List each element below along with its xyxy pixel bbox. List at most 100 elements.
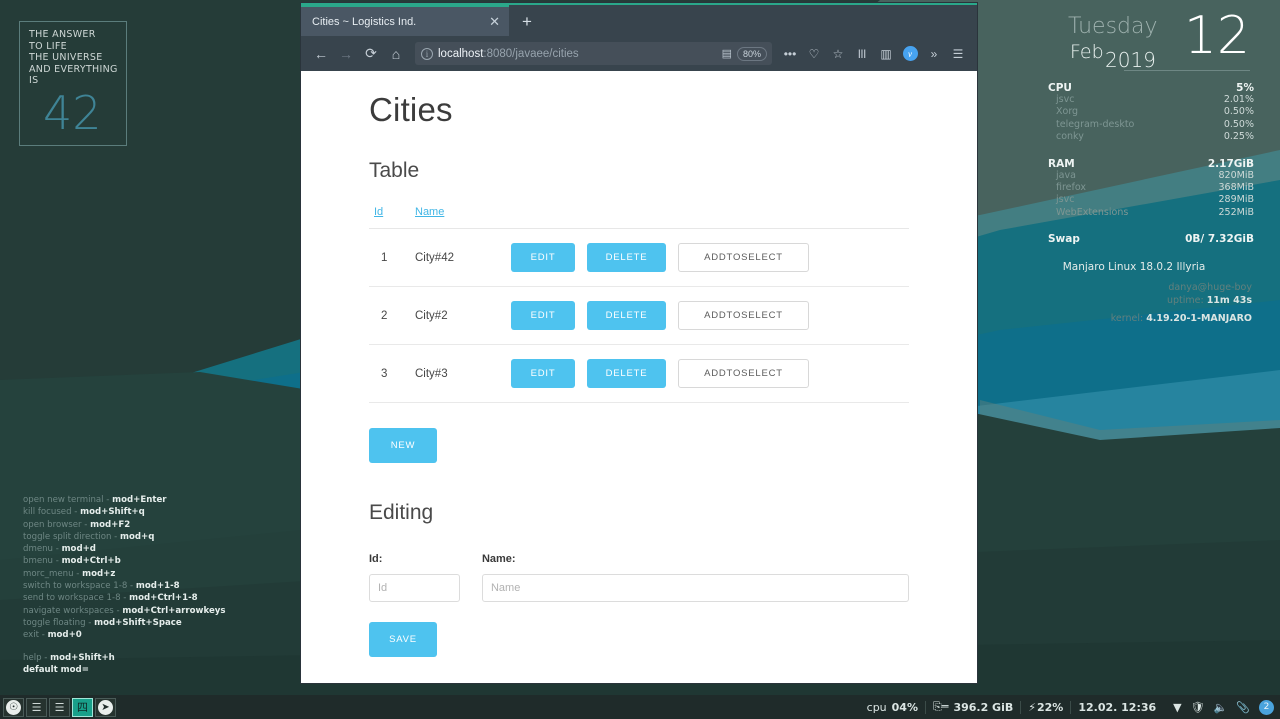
telegram-icon[interactable]: ➤: [95, 697, 116, 717]
notification-badge[interactable]: 2: [1259, 699, 1274, 715]
telegram-glyph: ➤: [98, 699, 113, 715]
page-actions-icon[interactable]: •••: [779, 43, 801, 65]
edit-button[interactable]: EDIT: [511, 359, 575, 388]
edit-button[interactable]: EDIT: [511, 243, 575, 272]
delete-button[interactable]: DELETE: [587, 243, 666, 272]
id-input[interactable]: [369, 574, 460, 602]
keybinding-row: help - mod+Shift+h: [23, 652, 226, 664]
battery-status[interactable]: ⚡ 22%: [1021, 701, 1070, 714]
page-viewport: Cities Table Id Name 1 City#42 EDIT DELETE A…: [301, 71, 977, 683]
home-icon[interactable]: ⌂: [384, 42, 408, 66]
addtoselect-button[interactable]: ADDTOSELECT: [678, 301, 809, 330]
shield-icon[interactable]: 🛡: [1191, 701, 1205, 714]
kernel-row: kernel: 4.19.20-1-MANJARO: [1026, 313, 1256, 324]
answer-widget: THE ANSWER TO LIFE THE UNIVERSE AND EVER…: [19, 21, 127, 146]
cpu-section: CPU 5% jsvc 2.01% Xorg 0.50% telegram-deskto…: [1026, 82, 1256, 144]
keybinding-dash: -: [111, 531, 120, 542]
answer-line: THE UNIVERSE: [29, 52, 103, 64]
keybinding-row: navigate workspaces - mod+Ctrl+arrowkeys: [23, 605, 226, 617]
keybinding-row: kill focused - mod+Shift+q: [23, 506, 226, 518]
sort-by-name-link[interactable]: Name: [415, 206, 444, 218]
zoom-level-badge[interactable]: 80%: [736, 46, 767, 61]
tab-cities[interactable]: Cities ~ Logistics Ind. ✕: [301, 5, 509, 36]
pocket-icon[interactable]: ♡: [803, 43, 825, 65]
save-button[interactable]: SAVE: [369, 622, 437, 657]
sort-by-id-link[interactable]: Id: [374, 206, 383, 218]
delete-button[interactable]: DELETE: [587, 301, 666, 330]
cpu-value: 5%: [1236, 82, 1254, 94]
reload-icon[interactable]: ⟳: [359, 42, 383, 66]
clock[interactable]: 12.02. 12:36: [1071, 701, 1163, 714]
cpu-status[interactable]: cpu 04%: [860, 701, 925, 714]
overflow-icon[interactable]: »: [923, 43, 945, 65]
cpu-process-row: Xorg 0.50%: [1026, 106, 1256, 118]
hamburger-menu-icon[interactable]: ☰: [947, 43, 969, 65]
answer-line: THE ANSWER: [29, 29, 96, 40]
edit-button[interactable]: EDIT: [511, 301, 575, 330]
keybinding-dash: -: [85, 617, 95, 628]
process-name: java: [1056, 169, 1076, 181]
keybinding-row: toggle floating - mod+Shift+Space: [23, 617, 226, 629]
name-label: Name:: [481, 553, 516, 565]
keybinding-key: mod+Ctrl+1-8: [129, 593, 198, 604]
user-host: danya@huge-boy: [1168, 282, 1252, 294]
keybinding-key: default mod=: [23, 664, 89, 675]
address-bar[interactable]: i localhost:8080/javaee/cities ▤ 80%: [415, 42, 772, 65]
page-title: Cities: [369, 91, 453, 128]
keybinding-desc: open new terminal: [23, 495, 104, 505]
name-input[interactable]: [481, 574, 909, 602]
process-name: telegram-deskto: [1056, 118, 1135, 130]
sidebar-icon[interactable]: ▥: [875, 43, 897, 65]
cell-id: 2: [369, 286, 415, 345]
uptime-label: uptime:: [1166, 295, 1204, 307]
process-value: 289MiB: [1218, 194, 1255, 206]
swap-label: Swap: [1048, 233, 1080, 246]
menu-icon[interactable]: ☰: [49, 697, 70, 717]
cpu-process-row: telegram-deskto 0.50%: [1026, 119, 1256, 131]
clip-icon[interactable]: 📎: [1236, 701, 1250, 714]
cell-actions: EDIT DELETE ADDTOSELECT: [511, 344, 909, 403]
bookmark-star-icon[interactable]: ☆: [827, 43, 849, 65]
tab-strip: Cities ~ Logistics Ind. ✕ +: [301, 5, 977, 36]
workspace-4-icon[interactable]: 四: [72, 697, 93, 717]
desktop: THE ANSWER TO LIFE THE UNIVERSE AND EVER…: [0, 0, 1280, 719]
addtoselect-button[interactable]: ADDTOSELECT: [678, 243, 809, 272]
dropbox-icon[interactable]: ▼: [1173, 701, 1181, 714]
account-icon[interactable]: v: [899, 43, 921, 65]
library-icon[interactable]: lll: [851, 43, 873, 65]
cell-actions: EDIT DELETE ADDTOSELECT: [511, 286, 909, 345]
new-button[interactable]: NEW: [369, 428, 437, 463]
reader-mode-icon[interactable]: ▤: [722, 47, 732, 60]
volume-muted-icon[interactable]: 🔈: [1214, 701, 1228, 714]
process-name: Xorg: [1056, 106, 1079, 118]
process-value: 0.50%: [1223, 118, 1254, 130]
back-icon[interactable]: ←: [309, 42, 333, 66]
keybinding-row: bmenu - mod+Ctrl+b: [23, 555, 226, 567]
keybinding-dash: -: [41, 652, 51, 663]
cell-name: City#3: [415, 344, 511, 403]
delete-button[interactable]: DELETE: [587, 359, 666, 388]
row-action-buttons: EDIT DELETE ADDTOSELECT: [511, 301, 909, 330]
distro-name: Manjaro Linux 18.0.2 Illyria: [1062, 261, 1206, 274]
keybinding-key: mod+1-8: [135, 581, 180, 592]
window-list-icon[interactable]: ☰: [26, 697, 47, 717]
close-tab-icon[interactable]: ✕: [486, 15, 503, 28]
cell-id: 1: [369, 228, 415, 287]
page-content: Cities Table Id Name 1 City#42 EDIT DELETE A…: [301, 91, 977, 683]
process-name: jsvc: [1056, 94, 1075, 105]
answer-widget-lines: THE ANSWER TO LIFE THE UNIVERSE AND EVER…: [29, 29, 126, 87]
taskbar-status: cpu 04% ⎘═ 396.2 GiB ⚡ 22% 12.02. 12:36 …: [860, 699, 1280, 715]
firefox-icon[interactable]: ☉: [3, 697, 24, 717]
site-info-icon[interactable]: i: [421, 47, 433, 60]
keybinding-row: open new terminal - mod+Enter: [23, 494, 226, 506]
forward-icon[interactable]: →: [334, 42, 358, 66]
firefox-glyph: ☉: [6, 699, 21, 715]
keybinding-key: mod+Shift+q: [80, 507, 145, 518]
disk-status[interactable]: ⎘═ 396.2 GiB: [926, 700, 1020, 714]
ram-value: 2.17GiB: [1207, 157, 1254, 170]
cpu-process-list: jsvc 2.01% Xorg 0.50% telegram-deskto 0.50% co…: [1026, 94, 1256, 144]
table-row: 3 City#3 EDIT DELETE ADDTOSELECT: [369, 344, 909, 403]
keybinding-dash: -: [53, 544, 62, 555]
new-tab-icon[interactable]: +: [509, 13, 545, 30]
addtoselect-button[interactable]: ADDTOSELECT: [678, 359, 809, 388]
